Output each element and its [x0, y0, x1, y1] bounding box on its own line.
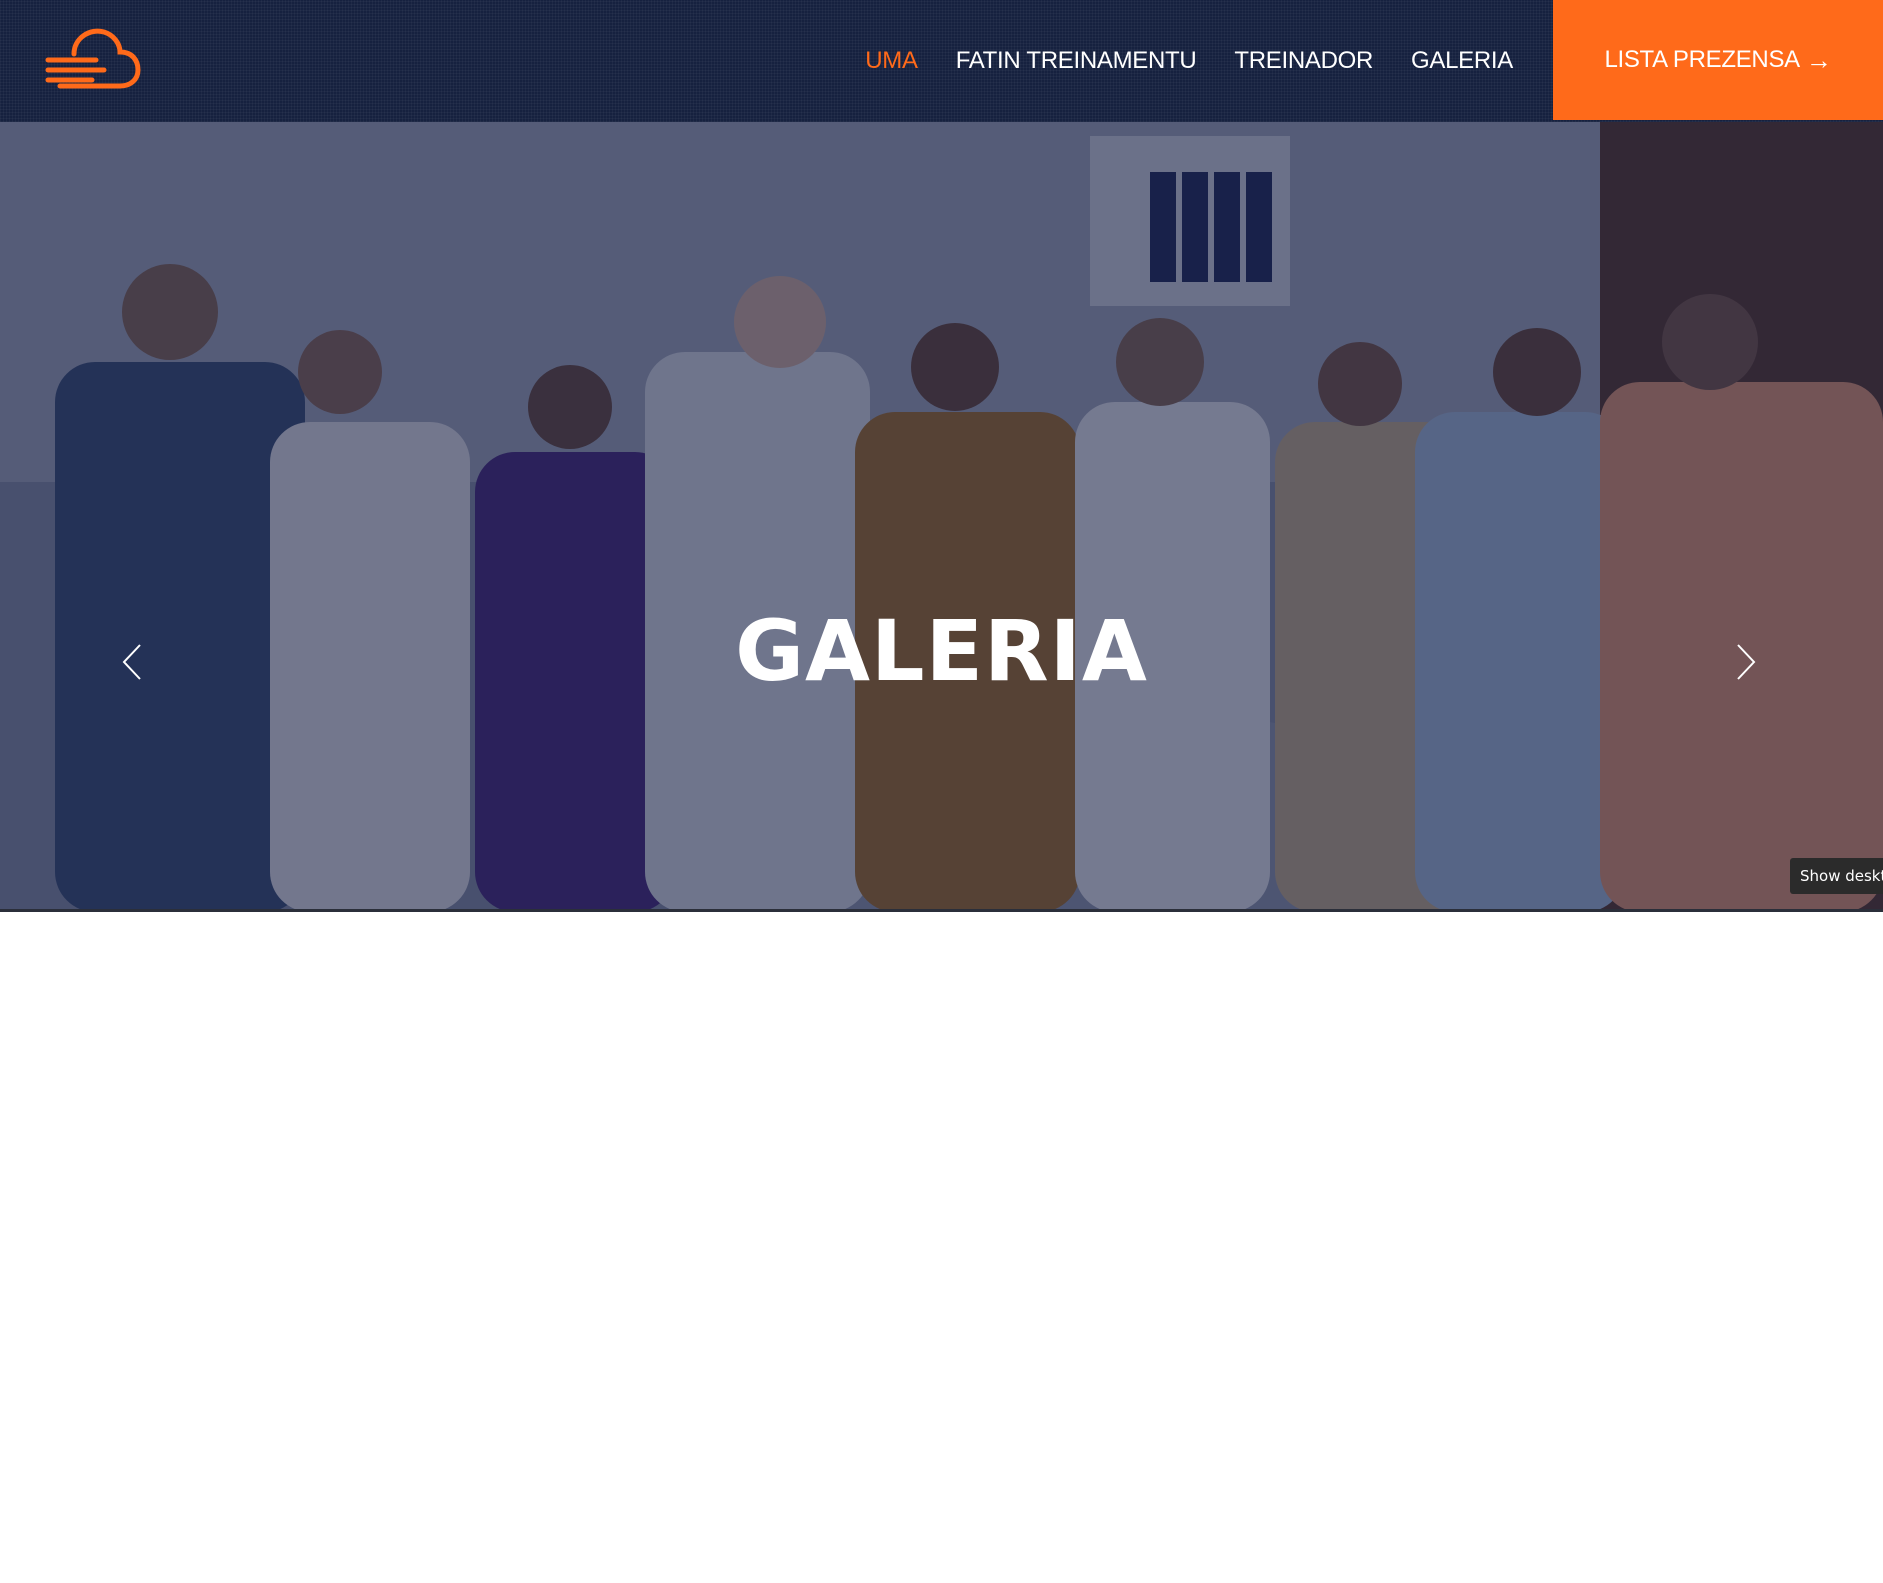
cta-label: LISTA PREZENSA: [1604, 46, 1800, 73]
hero-title: GALERIA: [735, 602, 1148, 700]
cloud-wind-icon[interactable]: [44, 24, 142, 90]
main-nav: UMA FATIN TREINAMENTU TREINADOR GALERIA: [827, 0, 1513, 122]
carousel-prev-button[interactable]: [112, 632, 152, 692]
arrow-right-icon: →: [1805, 44, 1832, 75]
chevron-right-icon: [1737, 644, 1756, 680]
carousel-next-button[interactable]: [1726, 632, 1766, 692]
show-desktop-tooltip: Show deskto: [1790, 858, 1883, 894]
hero-carousel: GALERIA: [0, 122, 1883, 912]
chevron-left-icon: [122, 644, 141, 680]
nav-item-fatin-treinamentu[interactable]: FATIN TREINAMENTU: [956, 47, 1197, 75]
tooltip-text: Show deskto: [1800, 867, 1883, 885]
nav-item-uma[interactable]: UMA: [865, 47, 918, 75]
lista-prezensa-button[interactable]: LISTA PREZENSA →: [1553, 0, 1883, 120]
nav-item-galeria[interactable]: GALERIA: [1411, 47, 1513, 75]
nav-item-treinador[interactable]: TREINADOR: [1234, 47, 1373, 75]
hero-overlay: [0, 122, 1883, 909]
top-navbar: UMA FATIN TREINAMENTU TREINADOR GALERIA …: [0, 0, 1883, 122]
